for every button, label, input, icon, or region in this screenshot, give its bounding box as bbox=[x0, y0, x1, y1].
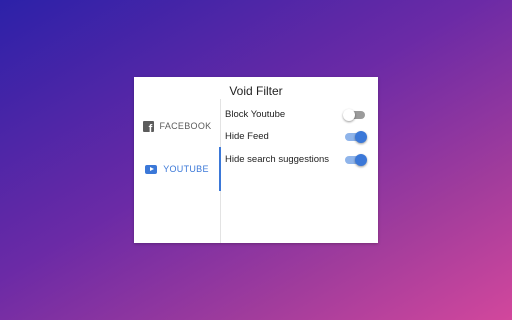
toggle-knob bbox=[355, 154, 367, 166]
toggle-hide-feed[interactable] bbox=[343, 131, 367, 143]
setting-label-hide-feed: Hide Feed bbox=[225, 131, 269, 142]
facebook-icon bbox=[142, 120, 154, 132]
tab-youtube[interactable]: YOUTUBE bbox=[134, 147, 221, 191]
tab-sidebar: FACEBOOK YOUTUBE bbox=[134, 99, 221, 243]
setting-row-hide-feed: Hide Feed bbox=[225, 127, 373, 147]
toggle-hide-search-suggestions[interactable] bbox=[343, 154, 367, 166]
tab-youtube-label: YOUTUBE bbox=[163, 164, 209, 174]
tab-facebook[interactable]: FACEBOOK bbox=[134, 104, 220, 148]
setting-label-hide-search-suggestions: Hide search suggestions bbox=[225, 154, 330, 165]
setting-row-block-youtube: Block Youtube bbox=[225, 105, 373, 125]
toggle-block-youtube[interactable] bbox=[343, 109, 367, 121]
tab-facebook-label: FACEBOOK bbox=[159, 121, 212, 131]
toggle-knob bbox=[355, 131, 367, 143]
extension-popup: Void Filter FACEBOOK YOUTUBE Block Youtu… bbox=[134, 77, 378, 243]
youtube-icon bbox=[145, 164, 158, 174]
popup-title: Void Filter bbox=[229, 84, 283, 98]
setting-row-hide-search-suggestions: Hide search suggestions bbox=[225, 150, 373, 170]
toggle-knob bbox=[343, 109, 355, 121]
setting-label-block-youtube: Block Youtube bbox=[225, 109, 286, 120]
